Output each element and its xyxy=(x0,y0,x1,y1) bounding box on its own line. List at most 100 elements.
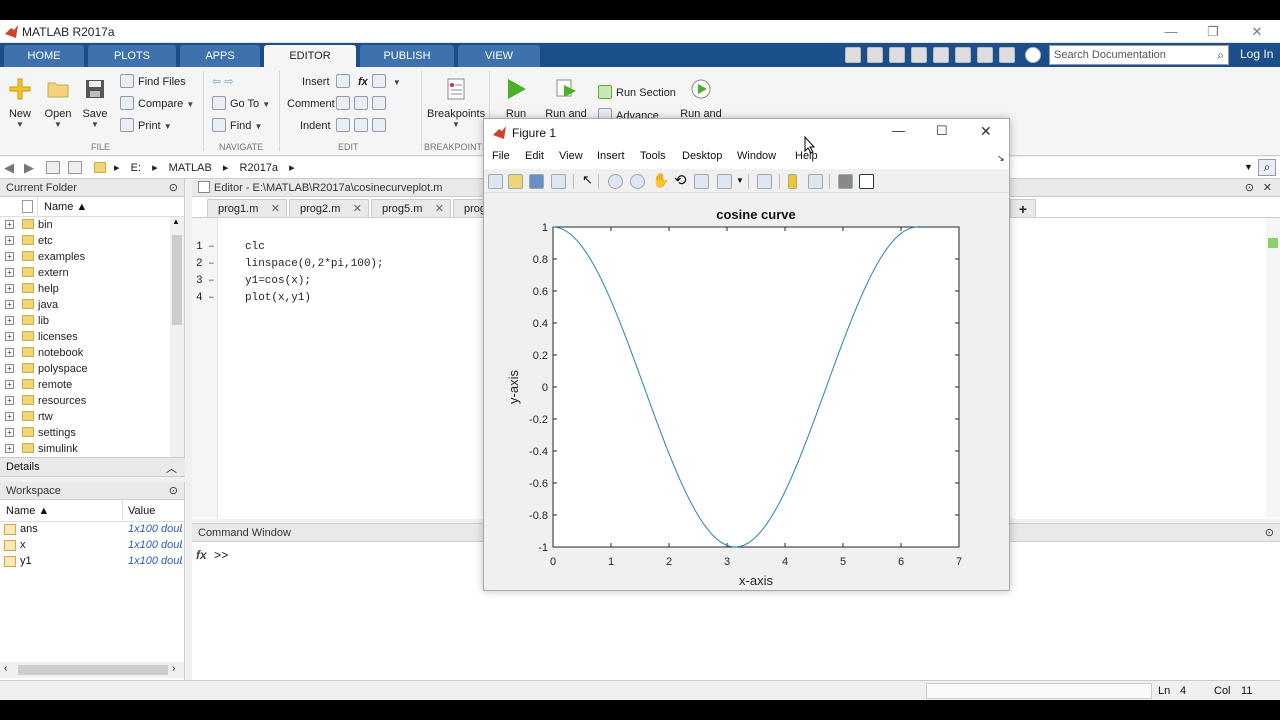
dock-icon[interactable]: ↘ xyxy=(997,153,1005,164)
expand-icon[interactable]: + xyxy=(5,348,14,357)
save-icon[interactable] xyxy=(867,47,883,63)
link-plot-icon[interactable] xyxy=(757,174,772,189)
insert-dropdown-icon[interactable]: ▼ xyxy=(393,78,401,87)
find-button[interactable]: Find ▼ xyxy=(212,117,262,135)
folder-item[interactable]: + help xyxy=(0,281,170,297)
menu-window[interactable]: Window xyxy=(737,150,776,162)
open-file-icon[interactable] xyxy=(508,174,523,189)
run-section-button[interactable]: Run Section xyxy=(598,84,676,102)
comment-tools[interactable] xyxy=(336,95,390,113)
print-dropdown-icon[interactable]: ▼ xyxy=(164,122,172,131)
editor-tab-prog5[interactable]: prog5.m ✕ xyxy=(371,199,451,217)
folder-item[interactable]: + extern xyxy=(0,265,170,281)
breakpoint-dash[interactable]: – xyxy=(208,239,215,256)
breakpoint-dash[interactable]: – xyxy=(208,290,215,307)
login-link[interactable]: Log In xyxy=(1240,47,1273,61)
address-dropdown-icon[interactable]: ▼ xyxy=(1244,162,1253,172)
folder-item[interactable]: + remote xyxy=(0,377,170,393)
workspace-row[interactable]: y1 1x100 doub xyxy=(0,554,184,570)
panel-options-icon[interactable]: ⊙ xyxy=(1265,524,1274,542)
brush-dropdown-icon[interactable]: ▼ xyxy=(736,176,744,185)
folder-item[interactable]: + bin xyxy=(0,217,170,233)
expand-icon[interactable]: + xyxy=(5,268,14,277)
new-button[interactable]: New ▼ xyxy=(6,77,34,129)
decrease-indent-icon[interactable] xyxy=(354,118,368,132)
folder-item[interactable]: + polyspace xyxy=(0,361,170,377)
fx-icon[interactable]: fx xyxy=(358,76,368,88)
copy-icon[interactable] xyxy=(911,47,927,63)
cosine-plot[interactable]: 0 1 2 3 4 5 6 7 -1 -0.8 -0.6 -0.4 -0.2 0 0.2 0.4 0.6 0.8… xyxy=(484,197,1009,590)
find-files-button[interactable]: Find Files xyxy=(120,73,186,91)
ws-scroll-thumb[interactable] xyxy=(18,665,168,675)
expand-icon[interactable]: + xyxy=(5,300,14,309)
breadcrumb-drive[interactable]: E: xyxy=(131,162,141,174)
compare-button[interactable]: Compare ▼ xyxy=(120,95,194,113)
up-folder-icon[interactable] xyxy=(46,161,60,174)
folder-item[interactable]: + simulink xyxy=(0,441,170,454)
close-tab-icon[interactable]: ✕ xyxy=(271,200,280,218)
open-dropdown-icon[interactable]: ▼ xyxy=(42,120,74,129)
insert-function-icon[interactable] xyxy=(371,74,386,88)
forward-icon[interactable]: ▶ xyxy=(24,160,34,176)
panel-options-icon[interactable]: ⊙ xyxy=(169,482,178,500)
cut-icon[interactable] xyxy=(889,47,905,63)
expand-icon[interactable]: + xyxy=(5,396,14,405)
save-dropdown-icon[interactable]: ▼ xyxy=(80,120,110,129)
expand-icon[interactable]: + xyxy=(5,316,14,325)
menu-file[interactable]: File xyxy=(492,150,510,162)
browse-folder-icon[interactable] xyxy=(68,161,82,174)
editor-tab-prog2[interactable]: prog2.m ✕ xyxy=(289,199,369,217)
expand-icon[interactable]: + xyxy=(5,252,14,261)
folder-scrollbar[interactable]: ▲ ▼ xyxy=(170,217,184,473)
data-cursor-icon[interactable] xyxy=(694,174,709,189)
rotate-3d-icon[interactable]: ⟲ xyxy=(674,171,687,189)
panel-options-icon[interactable]: ⊙ xyxy=(1245,179,1254,197)
expand-icon[interactable]: + xyxy=(5,236,14,245)
uncomment-icon[interactable] xyxy=(354,96,368,110)
show-plot-tools-icon[interactable] xyxy=(859,174,874,189)
fx-icon[interactable]: fx xyxy=(196,548,207,562)
tab-view[interactable]: VIEW xyxy=(458,45,540,67)
figure-maximize-button[interactable]: ☐ xyxy=(936,123,948,139)
folder-item[interactable]: + resources xyxy=(0,393,170,409)
breadcrumb-matlab[interactable]: MATLAB xyxy=(169,162,212,174)
close-tab-icon[interactable]: ✕ xyxy=(353,200,362,218)
expand-icon[interactable]: + xyxy=(5,428,14,437)
run-button[interactable]: Run xyxy=(500,77,532,120)
tab-publish[interactable]: PUBLISH xyxy=(360,45,454,67)
run-and-advance-button[interactable]: Run and xyxy=(542,77,590,120)
comment-percent-icon[interactable] xyxy=(336,96,350,110)
goto-dropdown-icon[interactable]: ▼ xyxy=(262,100,270,109)
paste-icon[interactable] xyxy=(933,47,949,63)
switch-windows-icon[interactable] xyxy=(999,47,1015,63)
folder-item[interactable]: + settings xyxy=(0,425,170,441)
code-analyzer-icon[interactable] xyxy=(1268,238,1278,248)
command-line[interactable]: fx >> xyxy=(196,548,228,563)
zoom-out-icon[interactable] xyxy=(630,174,645,189)
workspace-row[interactable]: ans 1x100 doub xyxy=(0,522,184,538)
expand-icon[interactable]: + xyxy=(5,412,14,421)
expand-icon[interactable]: + xyxy=(5,364,14,373)
wrap-comments-icon[interactable] xyxy=(372,96,386,110)
menu-desktop[interactable]: Desktop xyxy=(682,150,722,162)
menu-edit[interactable]: Edit xyxy=(525,150,544,162)
close-editor-icon[interactable]: ✕ xyxy=(1263,179,1272,197)
expand-icon[interactable]: + xyxy=(5,284,14,293)
help-icon[interactable] xyxy=(1025,47,1041,63)
ws-value-column[interactable]: Value xyxy=(128,505,155,517)
breadcrumb-r2017a[interactable]: R2017a xyxy=(240,162,279,174)
minimize-button[interactable]: — xyxy=(1148,20,1194,43)
menu-insert[interactable]: Insert xyxy=(597,150,625,162)
menu-tools[interactable]: Tools xyxy=(640,150,666,162)
new-figure-icon[interactable] xyxy=(488,174,503,189)
goto-button[interactable]: Go To ▼ xyxy=(212,95,270,113)
scroll-left-icon[interactable]: ‹ xyxy=(4,663,7,674)
tab-plots[interactable]: PLOTS xyxy=(88,45,176,67)
open-button[interactable]: Open ▼ xyxy=(42,77,74,129)
workspace-row[interactable]: x 1x100 doub xyxy=(0,538,184,554)
pan-icon[interactable]: ✋ xyxy=(652,172,669,189)
figure-minimize-button[interactable]: — xyxy=(892,123,905,138)
increase-indent-icon[interactable] xyxy=(372,118,386,132)
search-icon[interactable]: ⌕ xyxy=(1217,48,1224,63)
editor-scrollbar[interactable] xyxy=(1266,218,1280,518)
